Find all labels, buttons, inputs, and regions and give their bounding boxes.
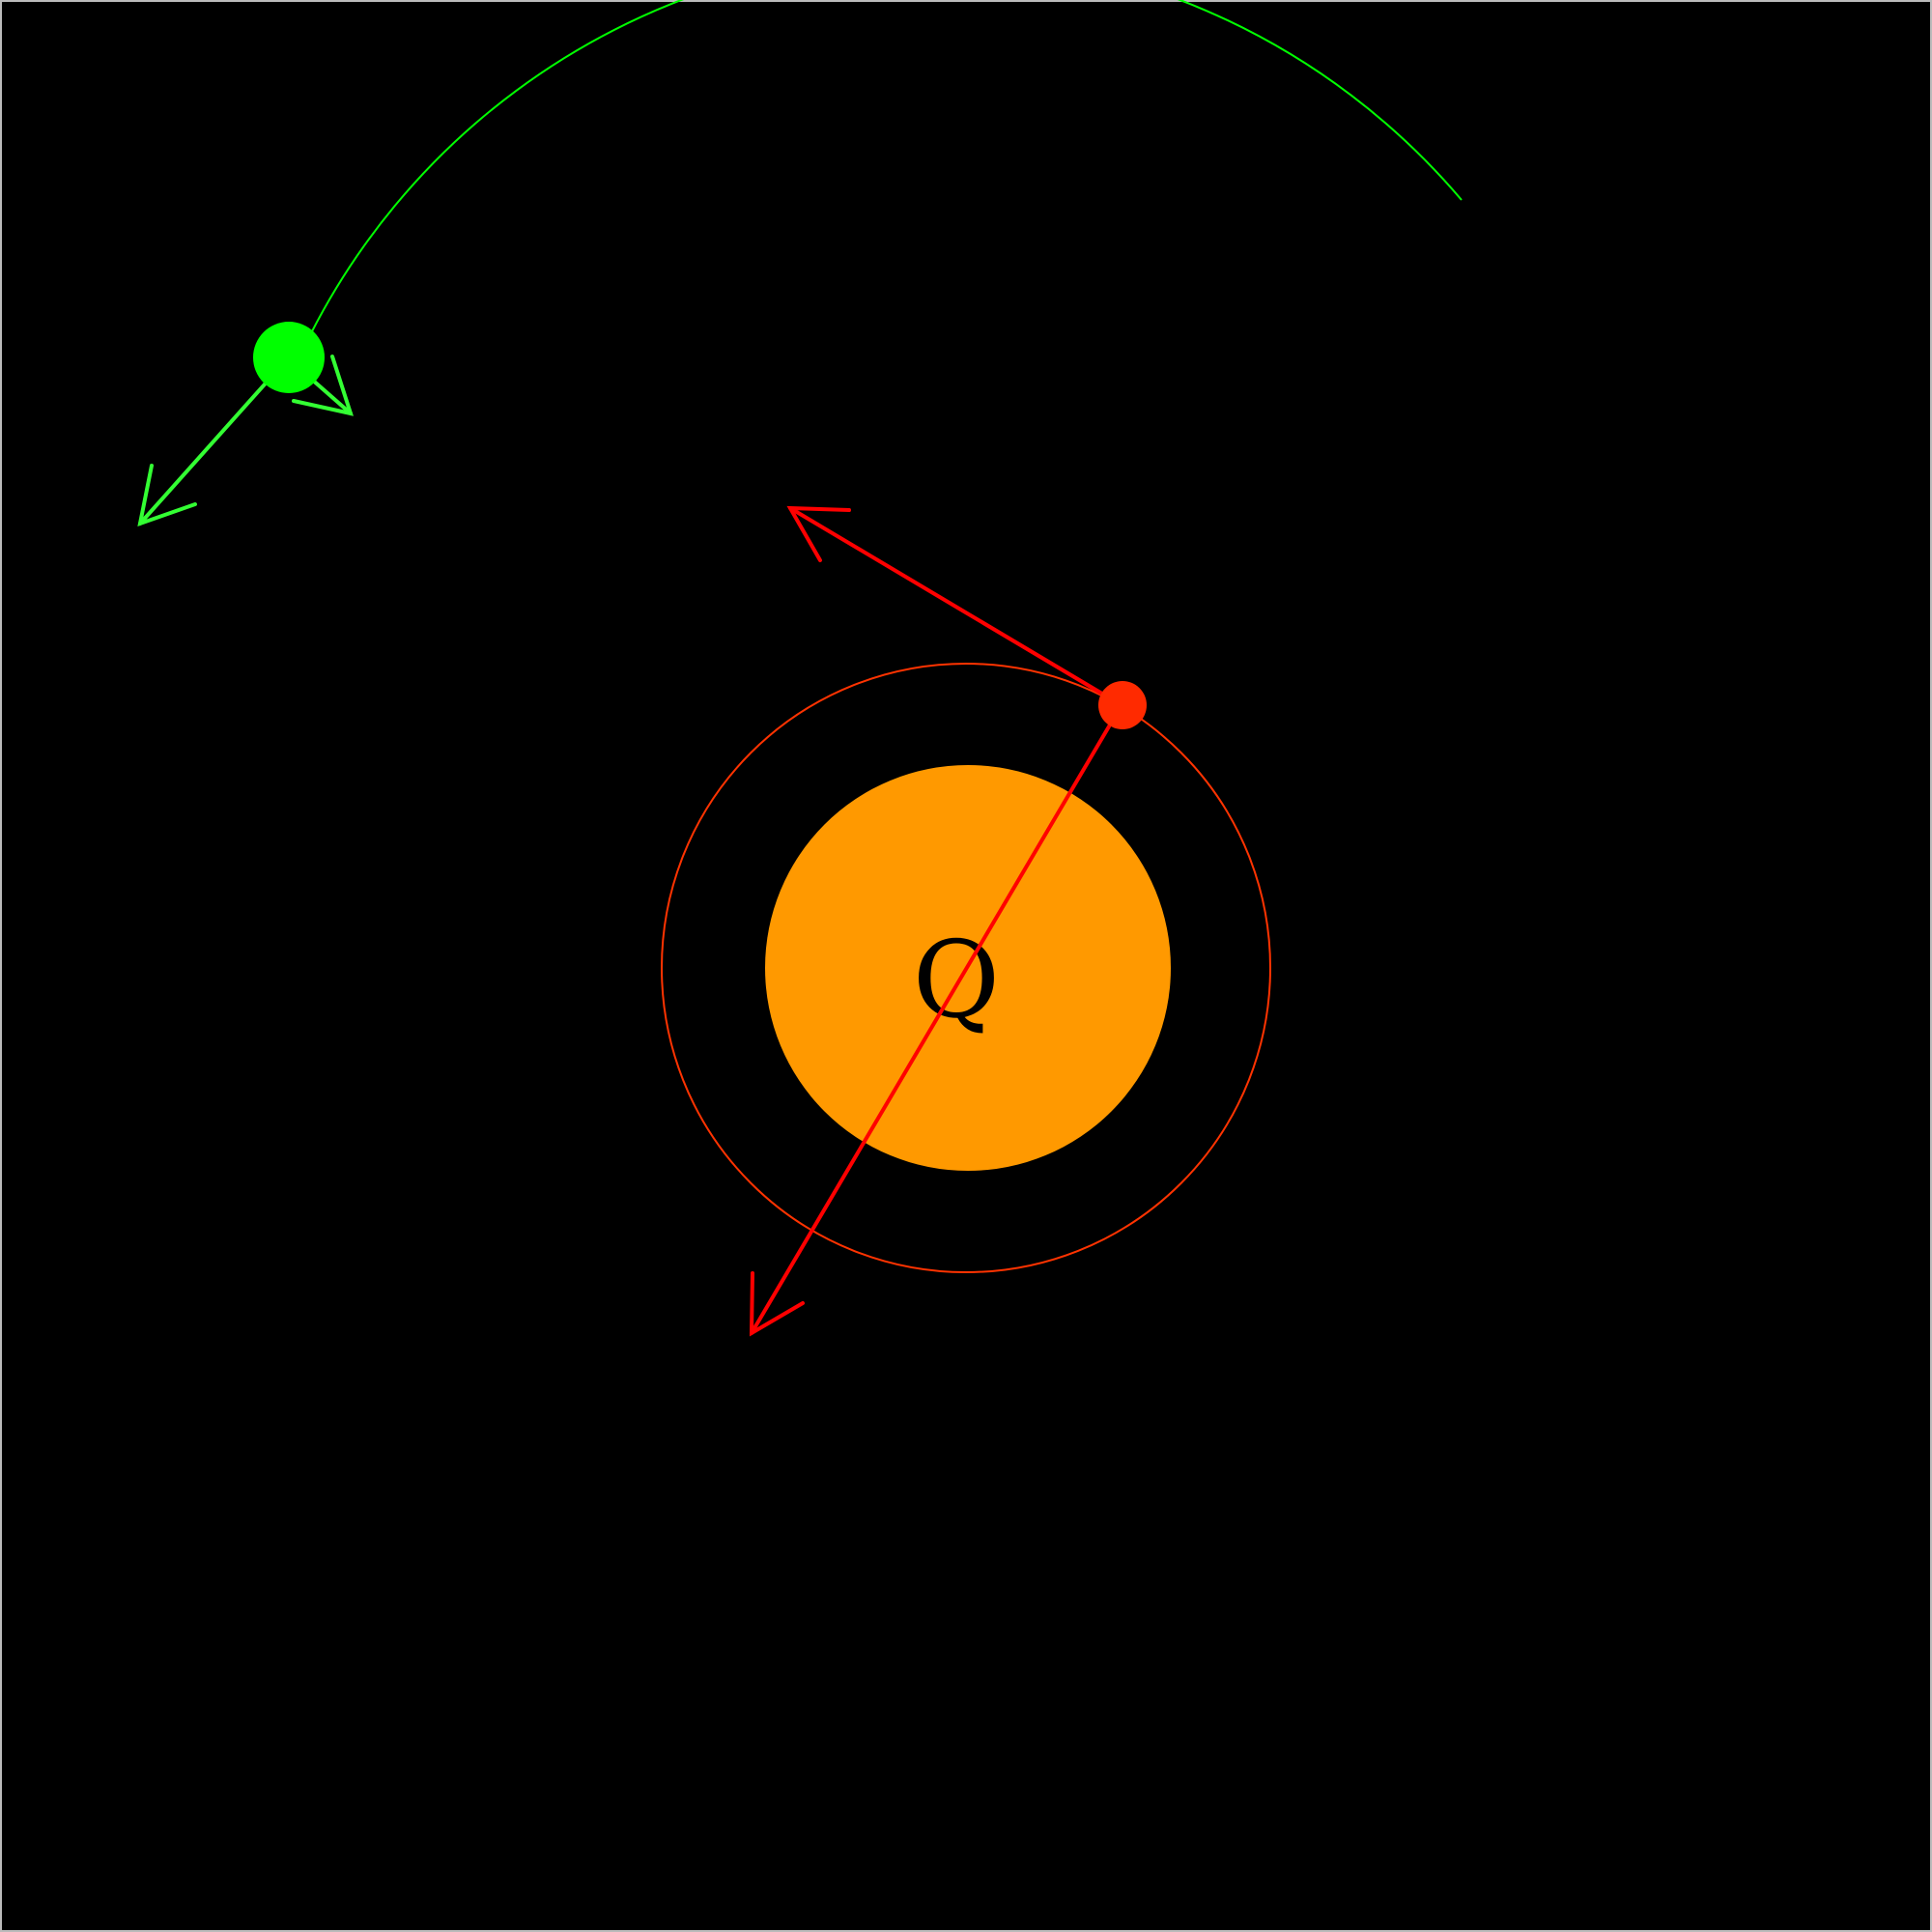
orbit-diagram: Q — [0, 0, 1932, 1932]
inner-body — [1098, 681, 1147, 729]
outer-body — [253, 322, 325, 393]
